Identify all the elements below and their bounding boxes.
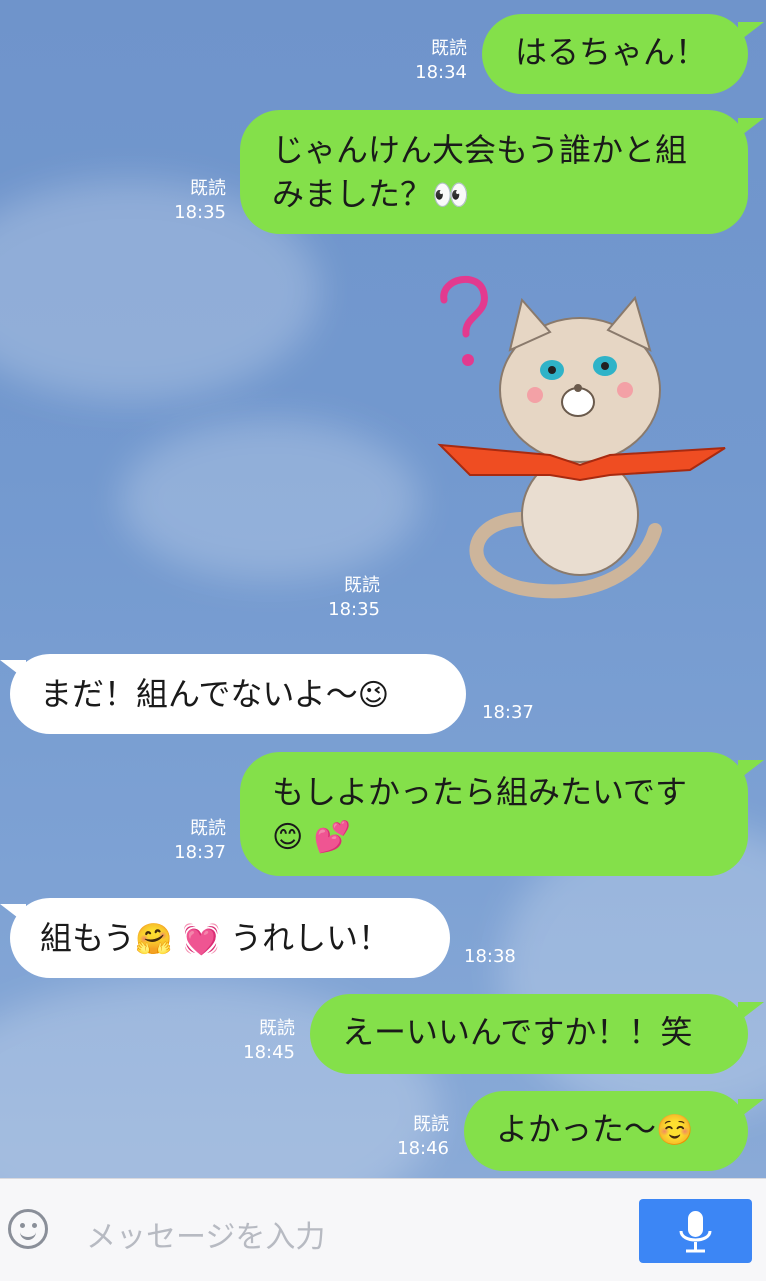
smiley-icon[interactable] xyxy=(8,1209,48,1249)
message-time: 18:45 xyxy=(243,1042,295,1063)
message-meta: 18:38 xyxy=(464,945,534,969)
microphone-icon xyxy=(679,1211,712,1253)
eyes-emoji: 👀 xyxy=(432,178,470,213)
message-text-line: じゃんけん大会もう誰かと組 xyxy=(272,131,688,169)
message-text-line: もしよかったら組みたいです xyxy=(272,773,688,811)
message-meta: 既読 18:45 xyxy=(233,1017,295,1065)
message-meta: 既読 18:35 xyxy=(318,574,380,622)
chat-background: 既読 18:34 はるちゃん！ 既読 18:35 じゃんけん大会もう誰かと組 み… xyxy=(0,0,766,1178)
growing-heart-emoji: 💓 xyxy=(182,922,220,957)
incoming-message-bubble[interactable]: まだ！組んでないよ〜😉 xyxy=(10,654,466,734)
read-receipt: 既読 xyxy=(190,178,226,199)
read-receipt: 既読 xyxy=(344,575,380,596)
message-input-bar: メッセージを入力 xyxy=(0,1178,766,1281)
message-time: 18:46 xyxy=(397,1138,449,1159)
outgoing-message-bubble[interactable]: えーいいんですか！！笑 xyxy=(310,994,748,1074)
microphone-button[interactable] xyxy=(639,1199,752,1263)
message-time: 18:34 xyxy=(415,62,467,83)
cat-question-sticker[interactable] xyxy=(430,270,730,610)
message-time: 18:37 xyxy=(174,842,226,863)
outgoing-message-bubble[interactable]: もしよかったら組みたいです 😊 💕 xyxy=(240,752,748,876)
smiling-emoji: 😊 xyxy=(272,820,304,855)
message-text: まだ！組んでないよ〜 xyxy=(40,675,358,713)
message-meta: 既読 18:35 xyxy=(164,177,226,225)
relaxed-emoji: ☺️ xyxy=(656,1113,694,1148)
message-text: うれしい！ xyxy=(230,919,391,957)
outgoing-message-bubble[interactable]: じゃんけん大会もう誰かと組 みました？👀 xyxy=(240,110,748,234)
read-receipt: 既読 xyxy=(259,1018,295,1039)
bubble-tail xyxy=(738,1002,764,1022)
hugging-emoji: 🤗 xyxy=(135,922,173,957)
read-receipt: 既読 xyxy=(431,38,467,59)
message-input[interactable]: メッセージを入力 xyxy=(86,1212,325,1256)
bubble-tail xyxy=(738,22,764,42)
bubble-tail xyxy=(738,118,764,138)
question-mark-icon xyxy=(440,275,488,338)
message-meta: 既読 18:37 xyxy=(164,817,226,865)
read-receipt: 既読 xyxy=(413,1114,449,1135)
message-meta: 既読 18:46 xyxy=(387,1113,449,1161)
message-text: はるちゃん！ xyxy=(515,33,708,71)
outgoing-message-bubble[interactable]: はるちゃん！ xyxy=(482,14,748,94)
read-receipt: 既読 xyxy=(190,818,226,839)
message-meta: 18:37 xyxy=(482,701,552,725)
incoming-message-bubble[interactable]: 組もう🤗 💓 うれしい！ xyxy=(10,898,450,978)
wink-emoji: 😉 xyxy=(357,678,390,713)
outgoing-message-bubble[interactable]: よかった〜☺️ xyxy=(464,1091,748,1171)
message-time: 18:35 xyxy=(174,202,226,223)
bubble-tail xyxy=(738,760,764,780)
message-time: 18:37 xyxy=(482,702,534,723)
message-time: 18:38 xyxy=(464,946,516,967)
bubble-tail xyxy=(738,1099,764,1119)
message-meta: 既読 18:34 xyxy=(405,37,467,85)
message-text: えーいいんですか！！笑 xyxy=(342,1013,693,1051)
message-text: 組もう xyxy=(40,919,136,957)
message-text-line: みました？ xyxy=(272,175,433,213)
message-text: よかった〜 xyxy=(496,1110,657,1148)
message-time: 18:35 xyxy=(328,599,380,620)
two-hearts-emoji: 💕 xyxy=(313,820,351,855)
